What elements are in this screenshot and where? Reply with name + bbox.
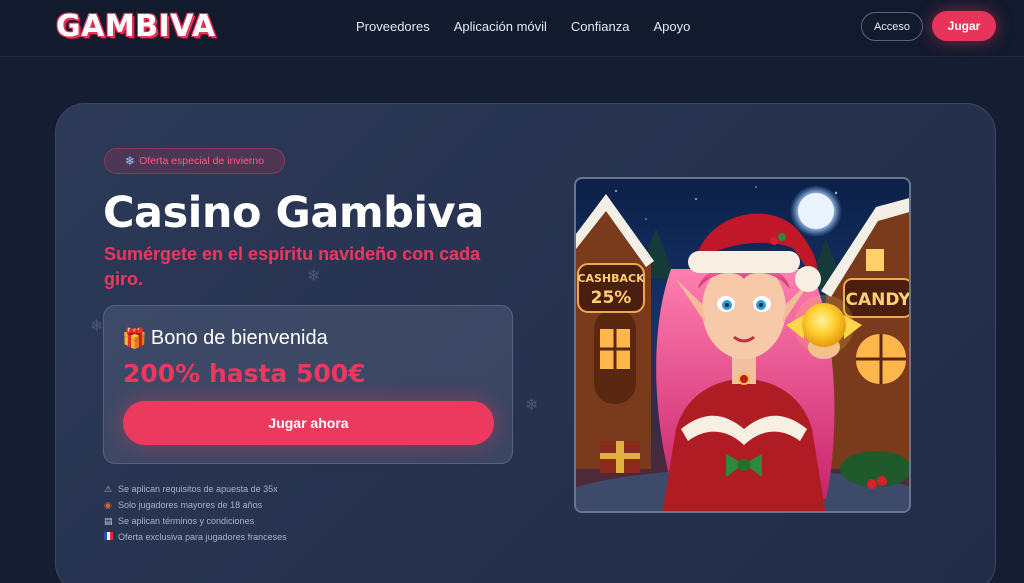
- christmas-elf-illustration: CASHBACK 25% CANDY: [576, 185, 911, 511]
- list-item: Oferta exclusiva para jugadores francese…: [104, 529, 287, 545]
- nav-item-apoyo[interactable]: Apoyo: [653, 19, 690, 34]
- bonus-heading: 🎁 Bono de bienvenida: [122, 326, 328, 351]
- play-button[interactable]: Jugar: [932, 11, 996, 41]
- hero-illustration: CASHBACK 25% CANDY: [574, 177, 911, 513]
- bonus-title-label: Bono de bienvenida: [150, 327, 328, 349]
- list-item: ⚠ Se aplican requisitos de apuesta de 35…: [104, 483, 278, 495]
- list-item: ▤ Se aplican términos y condiciones: [104, 515, 255, 527]
- nav-item-app[interactable]: Aplicación móvil: [454, 19, 547, 34]
- hero-subtitle: Sumérgete en el espíritu navideño con ca…: [104, 244, 481, 289]
- snowflake-icon: ❄: [90, 318, 104, 335]
- nav-item-proveedores[interactable]: Proveedores: [356, 19, 430, 34]
- login-button[interactable]: Acceso: [861, 12, 923, 41]
- page-title: Casino Gambiva: [103, 188, 484, 238]
- terms-list: ⚠ Se aplican requisitos de apuesta de 35…: [104, 481, 287, 545]
- promo-badge-label: Oferta especial de invierno: [139, 155, 264, 167]
- bonus-amount: 200% hasta 500€: [123, 359, 366, 388]
- cashback-sign: CASHBACK: [577, 272, 645, 285]
- france-flag-icon: [104, 532, 114, 542]
- cashback-percent: 25%: [591, 288, 632, 308]
- adult-icon: ◉: [104, 499, 112, 510]
- brand-logo[interactable]: GAMBIVA: [56, 9, 216, 44]
- main-nav: Proveedores Aplicación móvil Confianza A…: [356, 19, 690, 34]
- gift-icon: 🎁: [122, 328, 147, 350]
- nav-item-confianza[interactable]: Confianza: [571, 19, 630, 34]
- snowflake-icon: ❄: [525, 397, 539, 414]
- candy-sign: CANDY: [845, 290, 911, 310]
- top-header: GAMBIVA Proveedores Aplicación móvil Con…: [0, 0, 1024, 57]
- list-item: ◉ Solo jugadores mayores de 18 años: [104, 499, 263, 511]
- warning-icon: ⚠: [104, 483, 113, 494]
- play-now-button[interactable]: Jugar ahora: [123, 401, 494, 445]
- document-icon: ▤: [104, 515, 113, 526]
- promo-badge: ❄ Oferta especial de invierno: [104, 148, 285, 174]
- snowflake-icon: ❄: [125, 154, 136, 168]
